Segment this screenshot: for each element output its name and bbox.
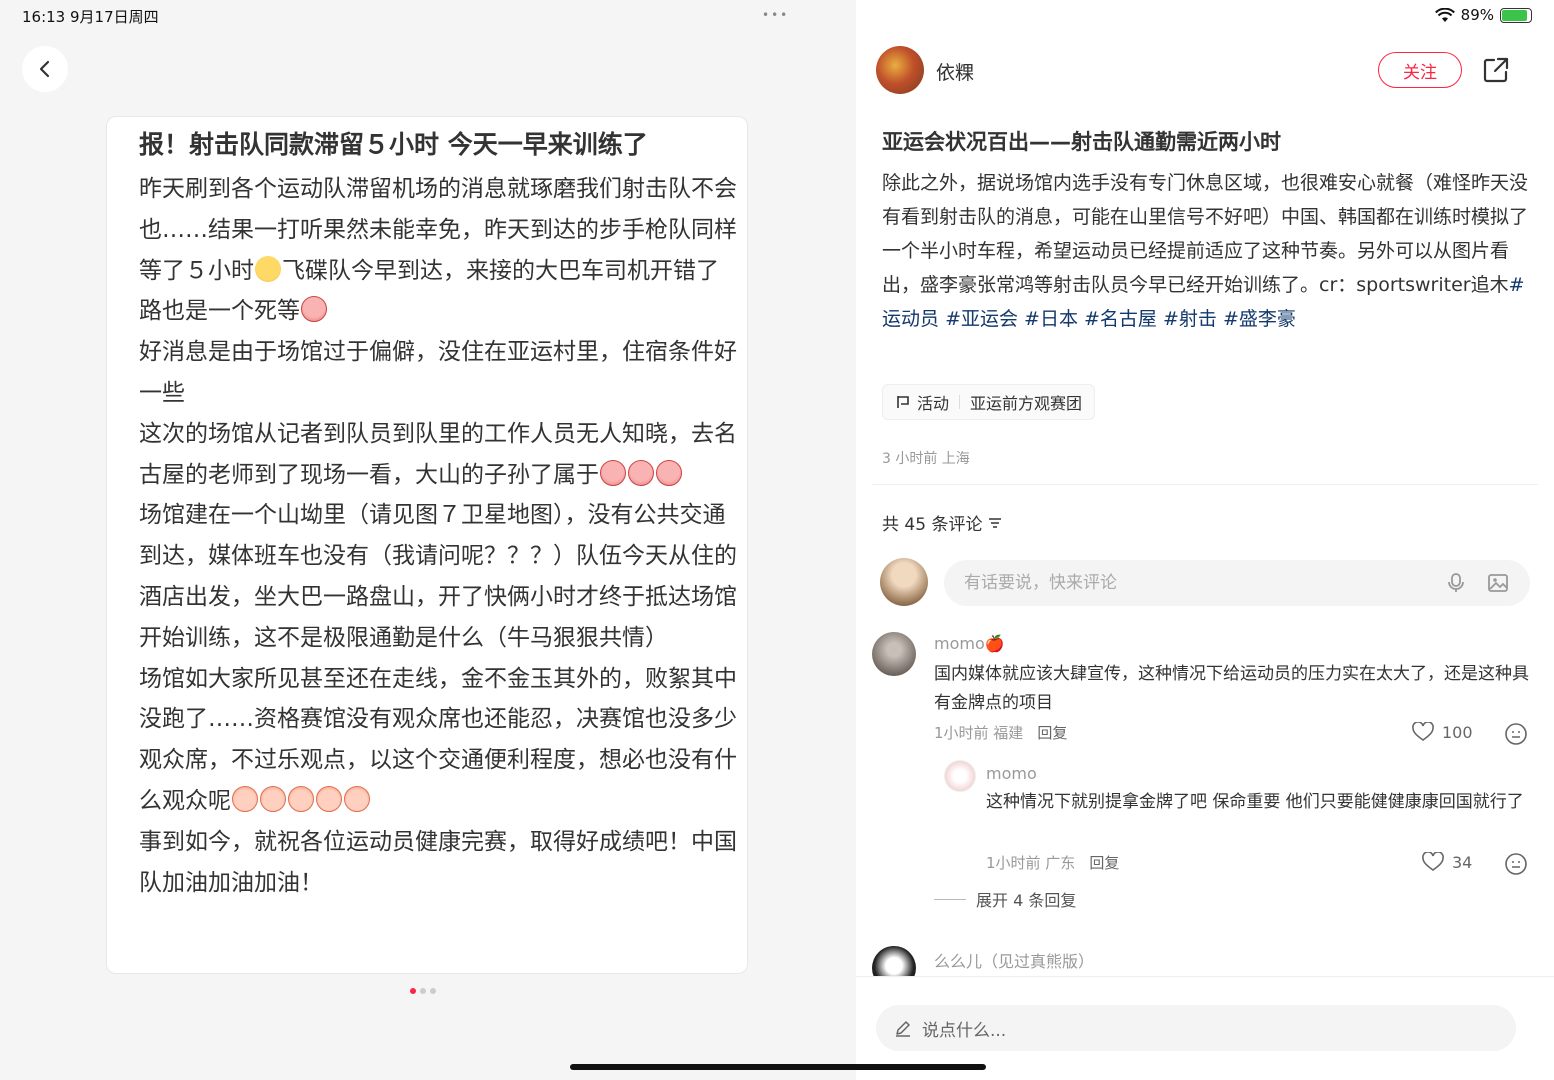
- multitask-dots[interactable]: •••: [762, 8, 789, 22]
- author-avatar[interactable]: [876, 46, 924, 94]
- image-pager[interactable]: [410, 988, 436, 994]
- note-paragraph: 这次的场馆从记者到队员到队里的工作人员无人知晓，去名古屋的老师到了现场一看，大山…: [139, 414, 739, 496]
- comment-count-label: 共 45 条评论: [882, 515, 983, 535]
- comment-input[interactable]: [964, 560, 1434, 606]
- peach-emoji-icon: [316, 785, 342, 812]
- note-paragraph: 场馆建在一个山坳里（请见图７卫星地图），没有公共交通到达，媒体班车也没有（我请问…: [139, 502, 737, 651]
- peach-emoji-icon: [288, 785, 314, 812]
- note-text: 场馆如大家所见甚至还在走线，金不金玉其外的，败絮其中没跑了……资格赛馆没有观众席…: [139, 665, 737, 814]
- hashtag-link[interactable]: #盛李豪: [1223, 308, 1296, 330]
- section-divider: [872, 484, 1538, 485]
- note-paragraph: 好消息是由于场馆过于偏僻，没住在亚运村里，住宿条件好一些: [139, 339, 737, 406]
- like-count: 34: [1452, 852, 1473, 872]
- like-button[interactable]: 100: [1412, 722, 1473, 742]
- post-detail-pane: 89% 依粿 关注 亚运会状况百出——射击队通勤需近两小时 除此之外，据说场馆内…: [856, 0, 1554, 1080]
- note-paragraph: 昨天刷到各个运动队滞留机场的消息就琢磨我们射击队不会也……结果一打听果然未能幸免…: [139, 169, 739, 332]
- reply-button[interactable]: 回复: [1089, 854, 1119, 872]
- crying-emoji-icon: [628, 459, 654, 486]
- post-title: 亚运会状况百出——射击队通勤需近两小时: [882, 130, 1281, 154]
- heart-icon: [1422, 852, 1444, 871]
- share-icon: [1483, 57, 1509, 83]
- comment-meta: 1小时前 福建 回复: [934, 722, 1067, 743]
- comment-input-box[interactable]: [944, 560, 1530, 606]
- post-text: 除此之外，据说场馆内选手没有专门休息区域，也很难安心就餐（难怪昨天没有看到射击队…: [882, 172, 1529, 296]
- activity-chip[interactable]: 活动 亚运前方观赛团: [882, 384, 1096, 420]
- wifi-icon: [1434, 7, 1455, 22]
- post-body: 除此之外，据说场馆内选手没有专门休息区域，也很难安心就餐（难怪昨天没有看到射击队…: [882, 166, 1532, 336]
- heart-icon: [1412, 722, 1434, 741]
- reply-avatar[interactable]: [944, 760, 976, 792]
- expand-label: 展开 4 条回复: [976, 891, 1077, 910]
- note-image-pane: 16:13 9月17日周四 ••• 报！射击队同款滞留５小时 今天一早来训练了 …: [0, 0, 856, 1080]
- crying-emoji-icon: [301, 296, 327, 323]
- pager-dot: [430, 988, 436, 994]
- say-placeholder: 说点什么...: [922, 1020, 1007, 1041]
- peach-emoji-icon: [232, 785, 258, 812]
- status-time: 16:13 9月17日周四: [22, 8, 159, 26]
- crying-emoji-icon: [600, 459, 626, 486]
- status-indicators: 89%: [1434, 6, 1532, 24]
- comment-count[interactable]: 共 45 条评论: [882, 510, 1002, 535]
- pager-dot-active: [410, 988, 416, 994]
- note-image-card[interactable]: 报！射击队同款滞留５小时 今天一早来训练了 昨天刷到各个运动队滞留机场的消息就琢…: [106, 116, 748, 974]
- reply-time: 1小时前 广东: [986, 854, 1076, 872]
- home-indicator[interactable]: [570, 1064, 986, 1070]
- like-count: 100: [1442, 722, 1473, 742]
- image-icon[interactable]: [1486, 571, 1510, 595]
- note-paragraph: 事到如今，就祝各位运动员健康完赛，取得好成绩吧！中国队加油加油加油！: [139, 828, 737, 896]
- reply-button[interactable]: 回复: [1037, 724, 1067, 742]
- note-paragraph: 场馆如大家所见甚至还在走线，金不金玉其外的，败絮其中没跑了……资格赛馆没有观众席…: [139, 659, 739, 822]
- peach-emoji-icon: [260, 785, 286, 812]
- crying-emoji-icon: [656, 459, 682, 486]
- activity-icon: [897, 396, 909, 408]
- pen-icon: [896, 1021, 910, 1037]
- battery-fill: [1502, 9, 1527, 21]
- microphone-icon[interactable]: [1444, 571, 1468, 595]
- sweat-smile-emoji-icon: [255, 255, 281, 282]
- follow-button[interactable]: 关注: [1378, 52, 1462, 88]
- battery-percent: 89%: [1460, 6, 1494, 24]
- peach-emoji-icon: [344, 785, 370, 812]
- emoji-icon[interactable]: [1504, 722, 1528, 746]
- activity-label: 活动: [917, 394, 950, 413]
- comment-avatar[interactable]: [872, 632, 916, 676]
- post-meta: 3 小时前 上海: [882, 451, 970, 467]
- hashtag-link[interactable]: #亚运会: [945, 308, 1018, 330]
- comment-author[interactable]: momo🍎: [934, 634, 1005, 653]
- pager-dot: [420, 988, 426, 994]
- my-avatar: [880, 558, 928, 606]
- reply-text[interactable]: 这种情况下就别提拿金牌了吧 保命重要 他们只要能健健康康回国就行了: [986, 788, 1534, 817]
- hashtag-link[interactable]: #名古屋: [1084, 308, 1157, 330]
- battery-icon: [1500, 7, 1532, 23]
- comment-time: 1小时前 福建: [934, 724, 1024, 742]
- hashtag-link[interactable]: #日本: [1024, 308, 1078, 330]
- emoji-icon[interactable]: [1504, 852, 1528, 876]
- back-button[interactable]: [22, 46, 68, 92]
- say-something-input[interactable]: 说点什么...: [876, 1005, 1516, 1051]
- comment-author[interactable]: 么么儿（见过真熊版）: [934, 948, 1094, 972]
- like-button[interactable]: 34: [1422, 852, 1472, 872]
- share-button[interactable]: [1480, 54, 1512, 86]
- hashtag-link[interactable]: #射击: [1163, 308, 1217, 330]
- author-name[interactable]: 依粿: [936, 58, 974, 85]
- note-title: 报！射击队同款滞留５小时 今天一早来训练了: [139, 130, 648, 159]
- sort-icon: [989, 517, 1002, 528]
- activity-divider: [959, 395, 961, 409]
- comment-text[interactable]: 国内媒体就应该大肆宣传，这种情况下给运动员的压力实在太大了，还是这种具有金牌点的…: [934, 660, 1534, 718]
- reply-meta: 1小时前 广东 回复: [986, 852, 1119, 873]
- back-arrow-icon: [39, 60, 50, 78]
- expand-line: [934, 898, 966, 900]
- expand-replies-button[interactable]: 展开 4 条回复: [934, 887, 1076, 911]
- reply-author[interactable]: momo: [986, 764, 1037, 783]
- activity-name: 亚运前方观赛团: [970, 394, 1083, 413]
- note-body: 昨天刷到各个运动队滞留机场的消息就琢磨我们射击队不会也……结果一打听果然未能幸免…: [139, 169, 739, 903]
